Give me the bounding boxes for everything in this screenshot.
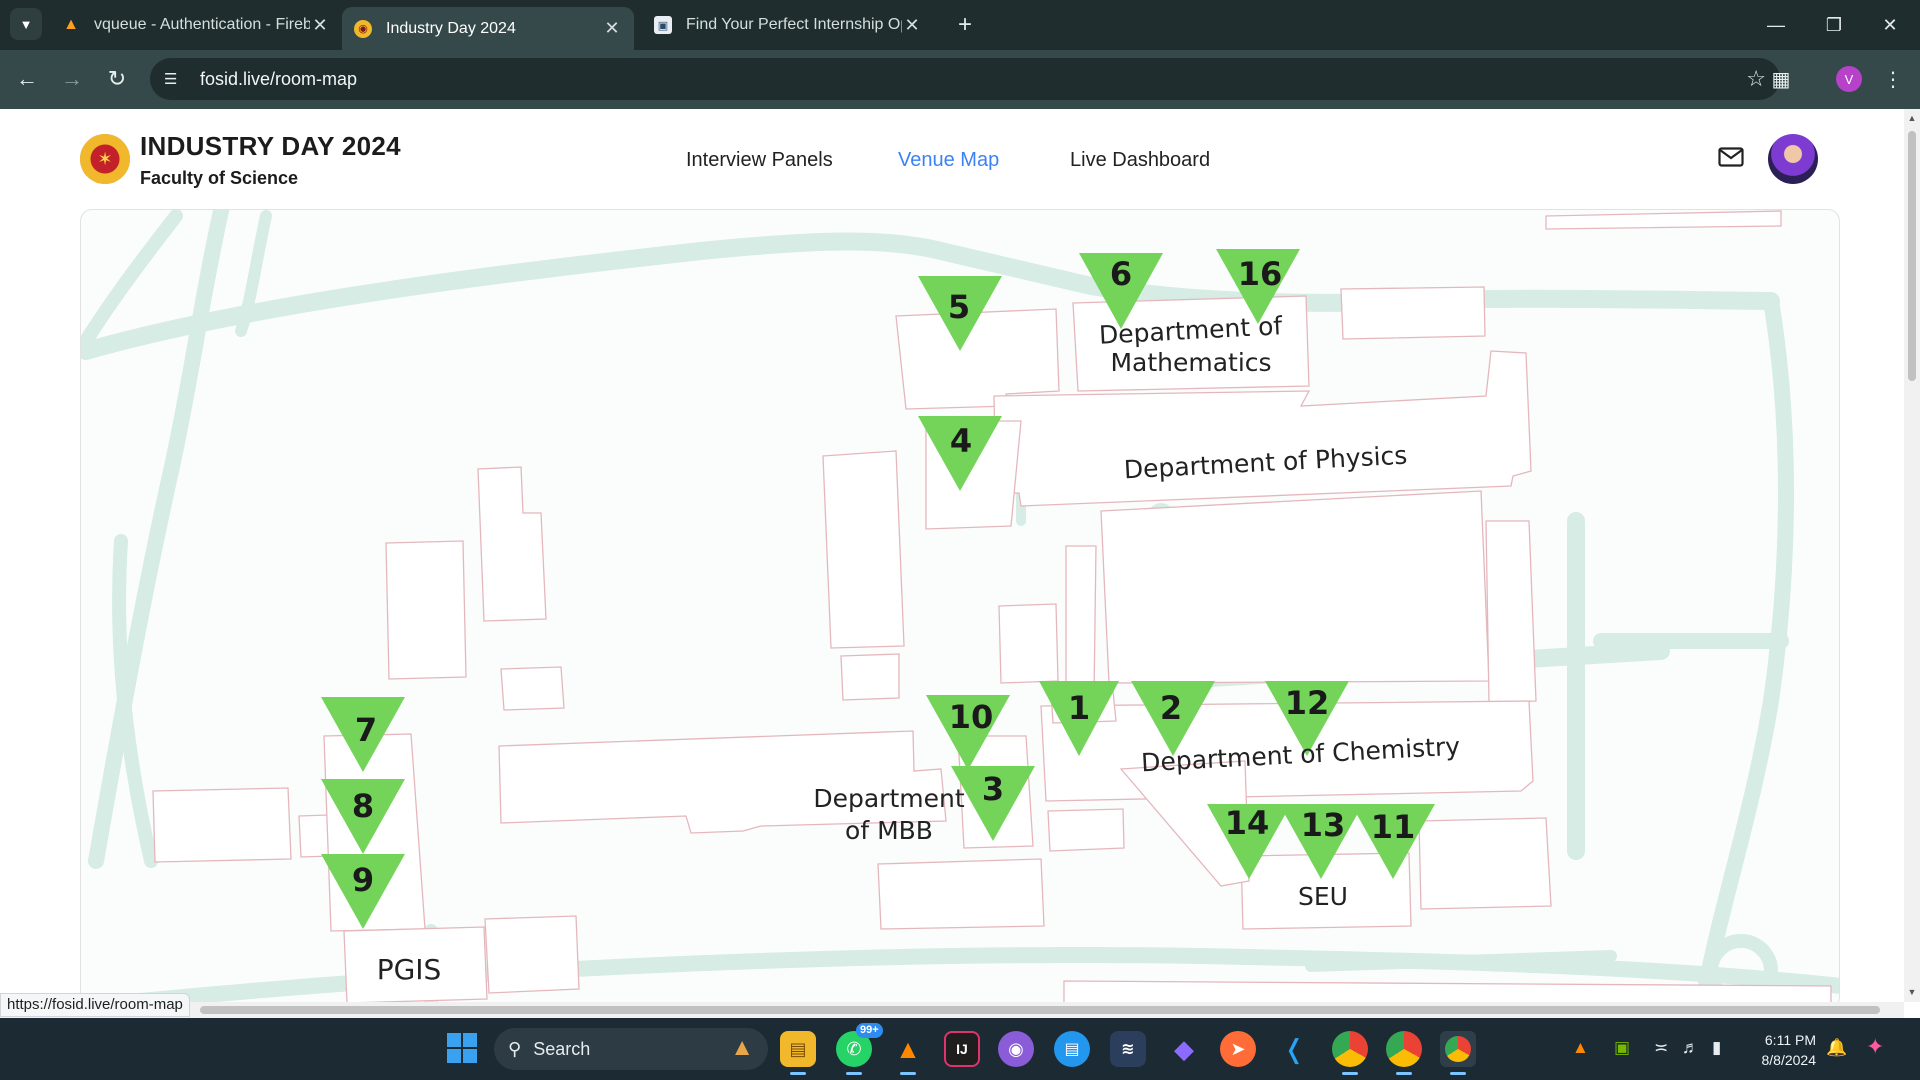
room-marker-label: 8 <box>352 787 374 825</box>
site-title[interactable]: INDUSTRY DAY 2024 <box>140 131 401 162</box>
tab-industry-day[interactable]: ◉ Industry Day 2024 ✕ <box>342 7 634 50</box>
search-label: Search <box>533 1038 591 1059</box>
copilot-icon[interactable]: ✦ <box>1866 1034 1884 1060</box>
vlc-tray-icon[interactable]: ▲ <box>1572 1038 1589 1058</box>
profile-avatar[interactable]: V <box>1836 66 1862 92</box>
chrome-active-window-icon[interactable] <box>1440 1031 1476 1075</box>
room-marker-label: 1 <box>1068 689 1090 727</box>
user-avatar[interactable] <box>1768 134 1818 184</box>
clock-date: 8/8/2024 <box>1761 1052 1817 1068</box>
room-marker-label: 2 <box>1160 689 1182 727</box>
vscode-icon[interactable]: ❬ <box>1276 1031 1312 1067</box>
reload-icon[interactable]: ↻ <box>100 62 134 96</box>
room-marker-label: 7 <box>355 711 377 749</box>
horizontal-scrollbar[interactable] <box>0 1002 1904 1018</box>
university-logo[interactable]: ✶ <box>80 134 130 184</box>
whatsapp-badge: 99+ <box>856 1023 883 1038</box>
scroll-up-icon[interactable]: ▲ <box>1907 113 1917 123</box>
windows-start-icon[interactable] <box>446 1032 478 1064</box>
label-seu: SEU <box>1298 882 1348 911</box>
vertical-scrollbar-thumb[interactable] <box>1908 131 1916 381</box>
docker-icon[interactable]: ▤ <box>1054 1031 1090 1067</box>
volume-icon[interactable]: ♬ <box>1682 1038 1699 1058</box>
close-tab-icon[interactable]: ✕ <box>310 15 330 36</box>
room-marker-label: 6 <box>1110 255 1132 293</box>
venue-map: 1 2 3 4 5 6 7 8 9 10 11 12 13 14 16 Depa… <box>80 209 1840 1002</box>
clock-time: 6:11 PM <box>1764 1032 1816 1048</box>
nav-venue-map[interactable]: Venue Map <box>898 149 999 172</box>
site-header: ✶ INDUSTRY DAY 2024 Faculty of Science I… <box>0 109 1904 209</box>
chrome-icon[interactable] <box>1332 1031 1368 1075</box>
url-text[interactable]: fosid.live/room-map <box>200 69 357 90</box>
minimize-window-icon[interactable]: — <box>1756 8 1796 42</box>
file-explorer-icon[interactable]: ▤ <box>780 1031 816 1075</box>
clock[interactable]: 6:11 PM 8/8/2024 <box>1748 1030 1817 1070</box>
chrome-profile-icon[interactable] <box>1386 1031 1422 1075</box>
whatsapp-icon[interactable]: ✆ 99+ <box>836 1023 883 1075</box>
tab-search-dropdown-icon[interactable]: ▼ <box>10 8 42 40</box>
room-marker-label: 9 <box>352 861 374 899</box>
tab-title: Industry Day 2024 <box>386 19 516 37</box>
vertical-scrollbar[interactable]: ▲ ▼ <box>1904 109 1920 1002</box>
close-tab-icon[interactable]: ✕ <box>902 15 922 36</box>
room-marker-label: 14 <box>1225 804 1270 842</box>
room-marker-label: 16 <box>1238 255 1283 293</box>
scroll-down-icon[interactable]: ▼ <box>1907 987 1917 997</box>
room-marker-label: 13 <box>1301 806 1346 844</box>
windows-taskbar: ⚲ Search ▲ ▤ ✆ 99+ ▲ IJ ◉ ▤ ≋ ◆ ➤ ❬ ▲ ▣ ≍… <box>0 1018 1920 1080</box>
firebase-icon: ▲ <box>63 16 79 33</box>
tab-internship[interactable]: ▣ Find Your Perfect Internship Op ✕ <box>642 7 934 43</box>
mail-icon[interactable] <box>1718 147 1744 167</box>
browser-tab-bar: ▼ ▲ vqueue - Authentication - Fireb ✕ ◉ … <box>0 0 1920 50</box>
university-logo-icon: ◉ <box>354 19 372 38</box>
browser-menu-icon[interactable]: ⋮ <box>1876 62 1910 96</box>
jetbrains-icon[interactable]: IJ <box>944 1031 980 1067</box>
search-icon: ⚲ <box>508 1038 522 1059</box>
browser-toolbar: ← → ↻ ☰ fosid.live/room-map ☆ ▦ V ⋮ <box>0 50 1920 109</box>
label-mathematics-2: Mathematics <box>1110 348 1271 377</box>
tab-firebase[interactable]: ▲ vqueue - Authentication - Fireb ✕ <box>50 7 342 43</box>
room-marker-label: 11 <box>1371 808 1416 846</box>
taskbar-search[interactable]: ⚲ Search ▲ <box>494 1028 768 1070</box>
page-content: ✶ INDUSTRY DAY 2024 Faculty of Science I… <box>0 109 1904 1002</box>
address-bar[interactable]: ☰ fosid.live/room-map ☆ <box>150 58 1780 100</box>
nav-live-dashboard[interactable]: Live Dashboard <box>1070 149 1210 172</box>
room-marker-label: 3 <box>982 770 1004 808</box>
forward-icon[interactable]: → <box>55 62 89 96</box>
nvidia-tray-icon[interactable]: ▣ <box>1614 1038 1630 1058</box>
obsidian-icon[interactable]: ◆ <box>1166 1031 1202 1067</box>
site-subtitle: Faculty of Science <box>140 168 299 188</box>
extensions-icon[interactable]: ▦ <box>1764 62 1798 96</box>
restore-window-icon[interactable]: ❐ <box>1814 8 1854 42</box>
wireshark-icon[interactable]: ≋ <box>1110 1031 1146 1067</box>
back-icon[interactable]: ← <box>10 62 44 96</box>
link-status-url: https://fosid.live/room-map <box>0 993 190 1017</box>
search-highlight-icon: ▲ <box>730 1034 754 1061</box>
nav-interview-panels[interactable]: Interview Panels <box>686 149 833 172</box>
room-marker-label: 4 <box>950 422 972 460</box>
tab-title: Find Your Perfect Internship Op <box>686 16 902 33</box>
venue-map-drawing: 1 2 3 4 5 6 7 8 9 10 11 12 13 14 16 Depa… <box>81 210 1839 1002</box>
label-mbb-2: of MBB <box>845 816 933 845</box>
notification-bell-icon[interactable]: 🔔 <box>1826 1038 1847 1058</box>
close-tab-icon[interactable]: ✕ <box>602 18 622 39</box>
room-marker-label: 10 <box>949 698 994 736</box>
label-pgis: PGIS <box>377 953 442 986</box>
close-window-icon[interactable]: ✕ <box>1870 8 1910 42</box>
tab-title: vqueue - Authentication - Fireb <box>94 16 310 33</box>
wifi-icon[interactable]: ≍ <box>1654 1038 1668 1058</box>
internship-site-icon: ▣ <box>654 16 672 34</box>
horizontal-scrollbar-thumb[interactable] <box>200 1006 1880 1014</box>
postman-icon[interactable]: ➤ <box>1220 1031 1256 1067</box>
new-tab-button[interactable]: + <box>950 10 980 40</box>
label-mbb-1: Department <box>813 784 964 813</box>
github-desktop-icon[interactable]: ◉ <box>998 1031 1034 1067</box>
battery-icon[interactable]: ▮ <box>1712 1038 1721 1058</box>
room-marker-label: 12 <box>1285 684 1330 722</box>
room-marker-label: 5 <box>948 288 970 326</box>
site-settings-icon[interactable]: ☰ <box>164 70 186 88</box>
vlc-icon[interactable]: ▲ <box>890 1031 926 1075</box>
